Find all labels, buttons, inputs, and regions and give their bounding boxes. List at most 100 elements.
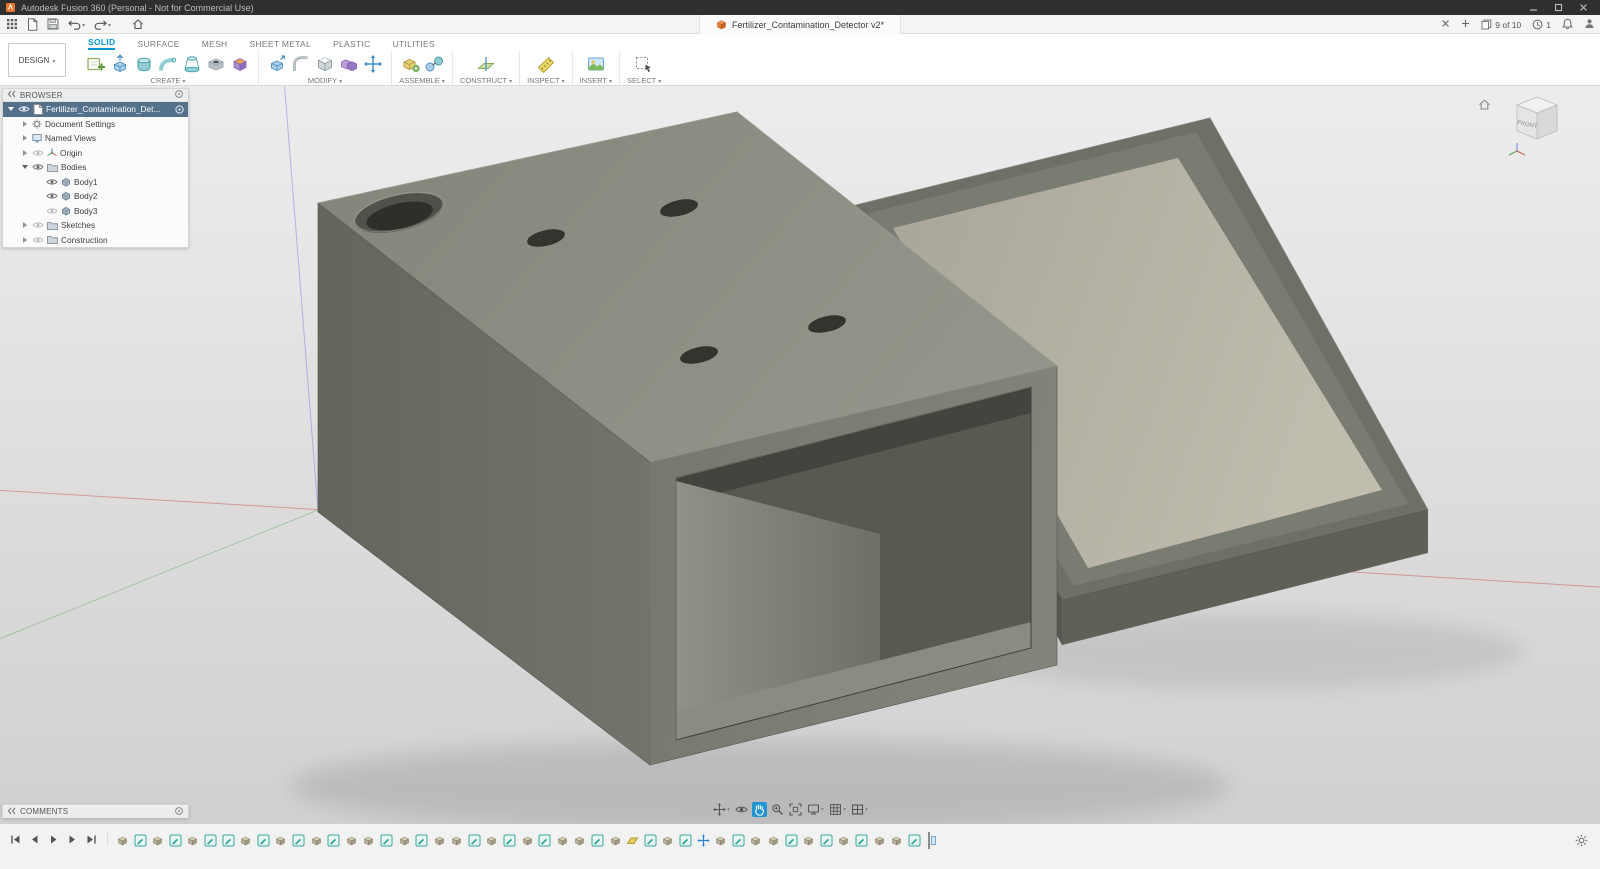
visibility-eye-icon[interactable] bbox=[32, 149, 44, 157]
app-launcher-icon[interactable] bbox=[6, 18, 18, 30]
visibility-eye-icon[interactable] bbox=[32, 236, 44, 244]
tab-sheet-metal[interactable]: SHEET METAL bbox=[250, 39, 312, 50]
hole-button[interactable] bbox=[205, 53, 227, 74]
timeline-settings-gear-icon[interactable] bbox=[1575, 834, 1588, 847]
timeline-feature-sketch[interactable] bbox=[257, 834, 270, 847]
collapse-chevrons-icon[interactable] bbox=[7, 807, 16, 817]
shell-button[interactable] bbox=[314, 53, 336, 74]
comments-panel-header[interactable]: COMMENTS bbox=[3, 805, 188, 818]
step-forward-button[interactable] bbox=[67, 834, 78, 845]
timeline-feature-sketch[interactable] bbox=[591, 834, 604, 847]
timeline-feature-sketch[interactable] bbox=[380, 834, 393, 847]
timeline-feature-extrude[interactable] bbox=[345, 834, 358, 847]
find-in-window-icon[interactable] bbox=[174, 104, 185, 115]
visibility-eye-icon[interactable] bbox=[46, 178, 58, 186]
viewcube-home-icon[interactable] bbox=[1478, 98, 1491, 116]
browser-item-sketches[interactable]: Sketches bbox=[3, 218, 188, 233]
nav-display-button[interactable] bbox=[806, 802, 825, 817]
timeline-feature-sketch[interactable] bbox=[503, 834, 516, 847]
new-tab-icon[interactable] bbox=[1461, 19, 1470, 30]
insert-canvas-button[interactable] bbox=[585, 53, 607, 74]
3d-viewport[interactable] bbox=[0, 86, 1600, 824]
timeline-feature-extrude[interactable] bbox=[767, 834, 780, 847]
timeline-feature-extrude[interactable] bbox=[433, 834, 446, 847]
nav-zoom-button[interactable] bbox=[770, 802, 785, 817]
nav-viewports-button[interactable] bbox=[850, 802, 869, 817]
browser-item-named-views[interactable]: Named Views bbox=[3, 131, 188, 146]
timeline-feature-sketch[interactable] bbox=[468, 834, 481, 847]
timeline-feature-sketch[interactable] bbox=[644, 834, 657, 847]
select-button[interactable] bbox=[633, 53, 655, 74]
timeline-feature-extrude[interactable] bbox=[802, 834, 815, 847]
browser-item-origin[interactable]: Origin bbox=[3, 146, 188, 161]
tab-surface[interactable]: SURFACE bbox=[137, 39, 179, 50]
dropdown-caret-icon[interactable] bbox=[843, 807, 846, 813]
notifications-bell-icon[interactable] bbox=[1562, 18, 1573, 32]
dropdown-caret-icon[interactable] bbox=[865, 807, 868, 813]
timeline-feature-extrude[interactable] bbox=[890, 834, 903, 847]
skip-end-button[interactable] bbox=[86, 834, 97, 845]
close-tab-icon[interactable] bbox=[1441, 19, 1450, 30]
timeline-feature-extrude[interactable] bbox=[837, 834, 850, 847]
panel-options-icon[interactable] bbox=[174, 806, 184, 818]
timeline-feature-sketch[interactable] bbox=[415, 834, 428, 847]
timeline-feature-sketch[interactable] bbox=[134, 834, 147, 847]
tree-expander-icon[interactable] bbox=[21, 149, 29, 157]
visibility-eye-icon[interactable] bbox=[46, 207, 58, 215]
timeline-feature-extrude[interactable] bbox=[398, 834, 411, 847]
primitive-box-button[interactable] bbox=[229, 53, 251, 74]
construct-plane-button[interactable] bbox=[475, 53, 497, 74]
nav-grid-button[interactable] bbox=[828, 802, 847, 817]
timeline-feature-extrude[interactable] bbox=[362, 834, 375, 847]
redo-button[interactable] bbox=[94, 19, 111, 30]
browser-item-body2[interactable]: Body2 bbox=[3, 189, 188, 204]
tab-utilities[interactable]: UTILITIES bbox=[393, 39, 435, 50]
file-menu-icon[interactable] bbox=[27, 18, 38, 31]
timeline-feature-extrude[interactable] bbox=[573, 834, 586, 847]
browser-item-bodies[interactable]: Bodies bbox=[3, 160, 188, 175]
timeline-feature-extrude[interactable] bbox=[239, 834, 252, 847]
timeline-feature-extrude[interactable] bbox=[116, 834, 129, 847]
nav-pan-button[interactable] bbox=[712, 802, 731, 817]
dropdown-caret-icon[interactable] bbox=[821, 807, 824, 813]
sweep-button[interactable] bbox=[157, 53, 179, 74]
close-button[interactable] bbox=[1579, 3, 1588, 12]
undo-button[interactable] bbox=[68, 19, 85, 30]
assemble-group-label[interactable]: ASSEMBLE bbox=[399, 76, 444, 85]
timeline-feature-extrude[interactable] bbox=[749, 834, 762, 847]
document-tab[interactable]: Fertilizer_Contamination_Detector v2* bbox=[699, 15, 901, 34]
timeline-feature-sketch[interactable] bbox=[820, 834, 833, 847]
panel-options-icon[interactable] bbox=[174, 89, 184, 101]
timeline-feature-sketch[interactable] bbox=[169, 834, 182, 847]
select-group-label[interactable]: SELECT bbox=[627, 76, 661, 85]
timeline-feature-extrude[interactable] bbox=[873, 834, 886, 847]
viewcube[interactable]: FRONT bbox=[1478, 90, 1570, 166]
tree-expander-icon[interactable] bbox=[21, 163, 29, 171]
timeline-feature-extrude[interactable] bbox=[274, 834, 287, 847]
timeline-feature-sketch[interactable] bbox=[327, 834, 340, 847]
maximize-button[interactable] bbox=[1554, 3, 1563, 12]
construct-group-label[interactable]: CONSTRUCT bbox=[460, 76, 512, 85]
tab-plastic[interactable]: PLASTIC bbox=[333, 39, 371, 50]
browser-item-document-settings[interactable]: Document Settings bbox=[3, 117, 188, 132]
revolve-button[interactable] bbox=[133, 53, 155, 74]
loft-button[interactable] bbox=[181, 53, 203, 74]
tree-expander-icon[interactable] bbox=[21, 236, 29, 244]
new-component-button[interactable] bbox=[399, 53, 421, 74]
timeline-feature-extrude[interactable] bbox=[485, 834, 498, 847]
timeline-feature-sketch[interactable] bbox=[679, 834, 692, 847]
timeline-feature-extrude[interactable] bbox=[151, 834, 164, 847]
browser-item-construction[interactable]: Construction bbox=[3, 233, 188, 248]
visibility-eye-icon[interactable] bbox=[46, 192, 58, 200]
timeline-feature-sketch[interactable] bbox=[908, 834, 921, 847]
collapse-chevrons-icon[interactable] bbox=[7, 90, 16, 100]
home-button[interactable] bbox=[132, 18, 144, 30]
timeline-feature-extrude[interactable] bbox=[521, 834, 534, 847]
nav-hand-button[interactable] bbox=[752, 802, 767, 817]
dropdown-caret-icon[interactable] bbox=[727, 807, 730, 813]
timeline-feature-sketch[interactable] bbox=[785, 834, 798, 847]
measure-button[interactable] bbox=[535, 53, 557, 74]
design-canvas[interactable]: BROWSER Fertilizer_Contamination_Det...D… bbox=[0, 86, 1600, 824]
timeline-feature-sketch[interactable] bbox=[204, 834, 217, 847]
timeline-feature-sketch[interactable] bbox=[732, 834, 745, 847]
